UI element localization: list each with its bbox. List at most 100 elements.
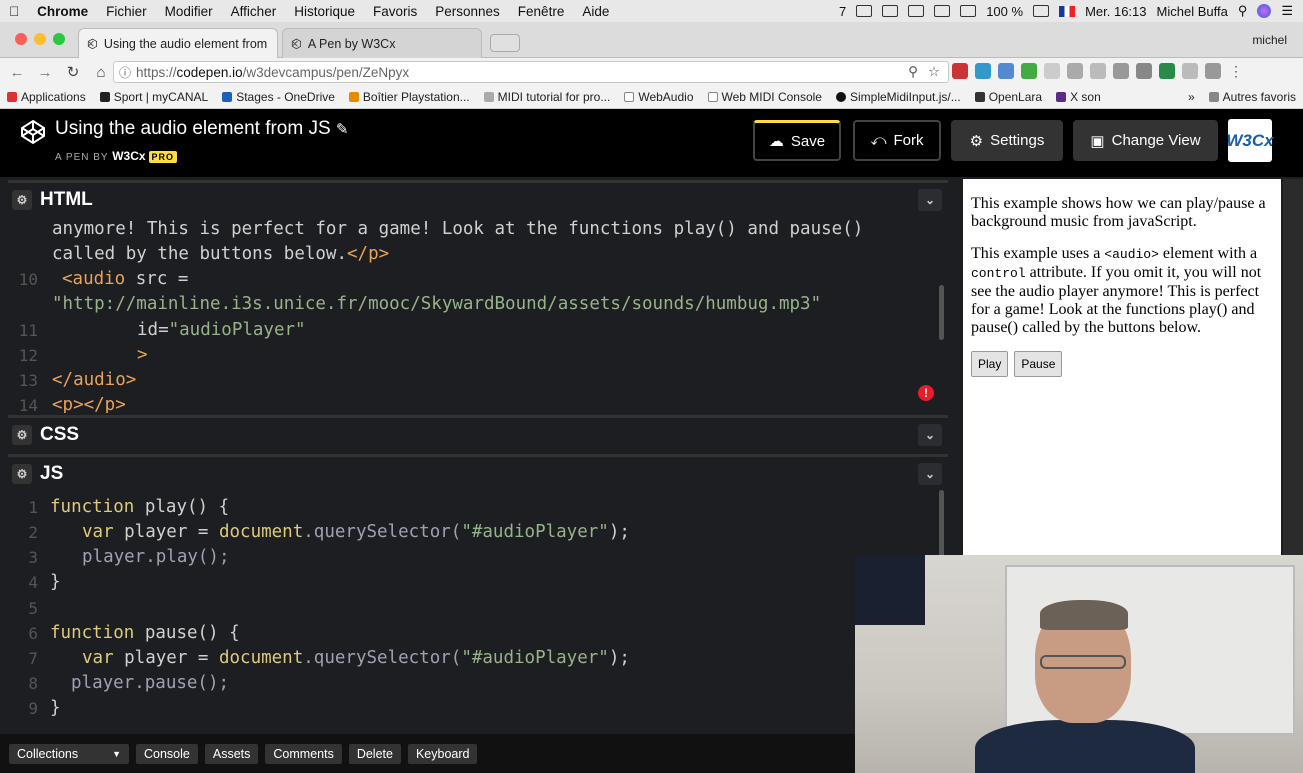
extension-icon[interactable] <box>1090 63 1106 79</box>
apple-icon[interactable]:  <box>0 4 28 19</box>
extension-icon[interactable] <box>998 63 1014 79</box>
menu-dots-icon[interactable]: ⋮ <box>1228 63 1244 79</box>
save-button[interactable]: ☁ Save <box>753 120 841 161</box>
minimize-window-icon[interactable] <box>34 33 46 45</box>
codepen-logo-icon[interactable] <box>20 119 46 145</box>
chevron-down-icon[interactable]: ⌄ <box>918 424 942 446</box>
siri-icon[interactable] <box>1257 4 1272 18</box>
chevron-down-icon[interactable]: ⌄ <box>918 189 942 211</box>
console-button[interactable]: Console <box>136 743 198 764</box>
extension-icon[interactable] <box>1113 63 1129 79</box>
new-tab-button[interactable] <box>490 34 520 52</box>
preview-scrollbar[interactable] <box>1283 179 1303 555</box>
bookmark-x-son[interactable]: X son <box>1049 90 1108 104</box>
menu-personnes[interactable]: Personnes <box>426 4 509 19</box>
bookmark-midi-tutorial[interactable]: MIDI tutorial for pro... <box>477 90 618 104</box>
tab-active[interactable]: ⬡ Using the audio element from × <box>78 28 278 58</box>
home-icon[interactable]: ⌂ <box>90 64 112 81</box>
spotlight-icon[interactable]: ⚲ <box>1238 3 1248 19</box>
menu-fichier[interactable]: Fichier <box>97 4 156 19</box>
menu-modifier[interactable]: Modifier <box>156 4 222 19</box>
extension-icon[interactable] <box>975 63 991 79</box>
cast-icon[interactable] <box>1136 63 1152 79</box>
menu-fenetre[interactable]: Fenêtre <box>509 4 574 19</box>
bookmark-playstation[interactable]: Boîtier Playstation... <box>342 90 477 104</box>
assets-button[interactable]: Assets <box>204 743 259 764</box>
play-button[interactable]: Play <box>971 351 1009 377</box>
bookmark-webaudio[interactable]: WebAudio <box>617 90 700 104</box>
js-code-editor[interactable]: 1 function play() { 2 var player = docum… <box>8 495 938 733</box>
html-code-editor[interactable]: anymore! This is perfect for a game! Loo… <box>8 217 938 413</box>
extension-icon[interactable] <box>1205 63 1221 79</box>
code-string: "audioPlayer" <box>168 320 306 340</box>
js-pane-header[interactable]: ⚙ JS ⌄ <box>8 454 948 490</box>
bookmarks-overflow-icon[interactable]: » <box>1181 90 1202 104</box>
gear-icon[interactable]: ⚙ <box>12 189 32 210</box>
bookmark-simplemidiinput[interactable]: SimpleMidiInput.js/... <box>829 90 968 104</box>
css-pane-header[interactable]: ⚙ CSS ⌄ <box>8 415 948 451</box>
menu-chrome[interactable]: Chrome <box>28 4 97 19</box>
tab-close-icon[interactable]: × <box>87 36 95 51</box>
tab-inactive[interactable]: ⬡ A Pen by W3Cx × <box>282 28 482 58</box>
bookmark-star-icon[interactable]: ☆ <box>928 64 940 80</box>
bookmark-openlara[interactable]: OpenLara <box>968 90 1049 104</box>
bookmark-applications[interactable]: Applications <box>0 90 93 104</box>
pen-title[interactable]: Using the audio element from JS ✎ <box>55 118 349 140</box>
menu-historique[interactable]: Historique <box>285 4 364 19</box>
error-indicator-icon[interactable]: ! <box>918 385 934 401</box>
profile-name[interactable]: michel <box>1252 33 1287 47</box>
close-window-icon[interactable] <box>15 33 27 45</box>
bookmark-mycanal[interactable]: Sport | myCANAL <box>93 90 215 104</box>
extension-icon[interactable] <box>1067 63 1083 79</box>
forward-arrow-icon[interactable]: → <box>34 64 56 81</box>
menu-afficher[interactable]: Afficher <box>222 4 286 19</box>
html-scrollbar[interactable] <box>939 285 944 340</box>
gear-icon[interactable]: ⚙ <box>12 424 32 445</box>
extension-icon[interactable] <box>1044 63 1060 79</box>
extension-icon[interactable] <box>1021 63 1037 79</box>
maximize-window-icon[interactable] <box>53 33 65 45</box>
plus-icon <box>99 92 110 102</box>
change-view-button[interactable]: ▣ Change View <box>1073 120 1218 161</box>
comments-button[interactable]: Comments <box>265 743 342 764</box>
user-avatar[interactable]: W3Cx <box>1226 119 1274 162</box>
collections-dropdown[interactable]: Collections ▼ <box>9 743 129 764</box>
dropbox-icon[interactable] <box>882 5 899 17</box>
extension-icon[interactable] <box>1182 63 1198 79</box>
pause-button[interactable]: Pause <box>1014 351 1063 377</box>
battery-level[interactable]: 100 % <box>986 4 1023 19</box>
url-bar[interactable]: ⓘ https://codepen.io/w3devcampus/pen/ZeN… <box>113 61 949 83</box>
fork-button[interactable]: ⤺ Fork <box>853 120 941 161</box>
flag-icon[interactable] <box>1059 5 1076 17</box>
menu-aide[interactable]: Aide <box>573 4 618 19</box>
screen-record-icon[interactable] <box>856 5 873 17</box>
chevron-down-icon[interactable]: ⌄ <box>918 463 942 485</box>
volume-icon[interactable] <box>960 5 977 17</box>
tab-close-icon[interactable]: × <box>291 36 299 51</box>
adobe-count[interactable]: 7 <box>839 4 846 19</box>
notification-center-icon[interactable]: ☰ <box>1281 3 1293 19</box>
zoom-icon[interactable]: ⚲ <box>908 64 918 80</box>
bookmark-other-favorites[interactable]: Autres favoris <box>1202 90 1303 104</box>
js-scrollbar[interactable] <box>939 490 944 560</box>
bookmark-web-midi-console[interactable]: Web MIDI Console <box>701 90 829 104</box>
bookmark-onedrive[interactable]: Stages - OneDrive <box>215 90 342 104</box>
delete-button[interactable]: Delete <box>348 743 401 764</box>
html-pane-header[interactable]: ⚙ HTML ⌄ <box>8 180 948 216</box>
info-icon[interactable]: ⓘ <box>119 64 131 81</box>
pen-author[interactable]: W3Cx <box>112 149 145 163</box>
reload-icon[interactable]: ↻ <box>62 63 84 81</box>
wifi-icon[interactable] <box>934 5 951 17</box>
user-name[interactable]: Michel Buffa <box>1157 4 1228 19</box>
back-arrow-icon[interactable]: ← <box>6 64 28 81</box>
battery-icon[interactable] <box>1033 5 1050 17</box>
extension-icon[interactable] <box>1159 63 1175 79</box>
clock[interactable]: Mer. 16:13 <box>1085 4 1146 19</box>
time-machine-icon[interactable] <box>908 5 925 17</box>
keyboard-button[interactable]: Keyboard <box>407 743 478 764</box>
menu-favoris[interactable]: Favoris <box>364 4 426 19</box>
pencil-edit-icon[interactable]: ✎ <box>336 121 349 138</box>
settings-button[interactable]: ⚙ Settings <box>951 120 1063 161</box>
gear-icon[interactable]: ⚙ <box>12 463 32 484</box>
extension-icon[interactable] <box>952 63 968 79</box>
